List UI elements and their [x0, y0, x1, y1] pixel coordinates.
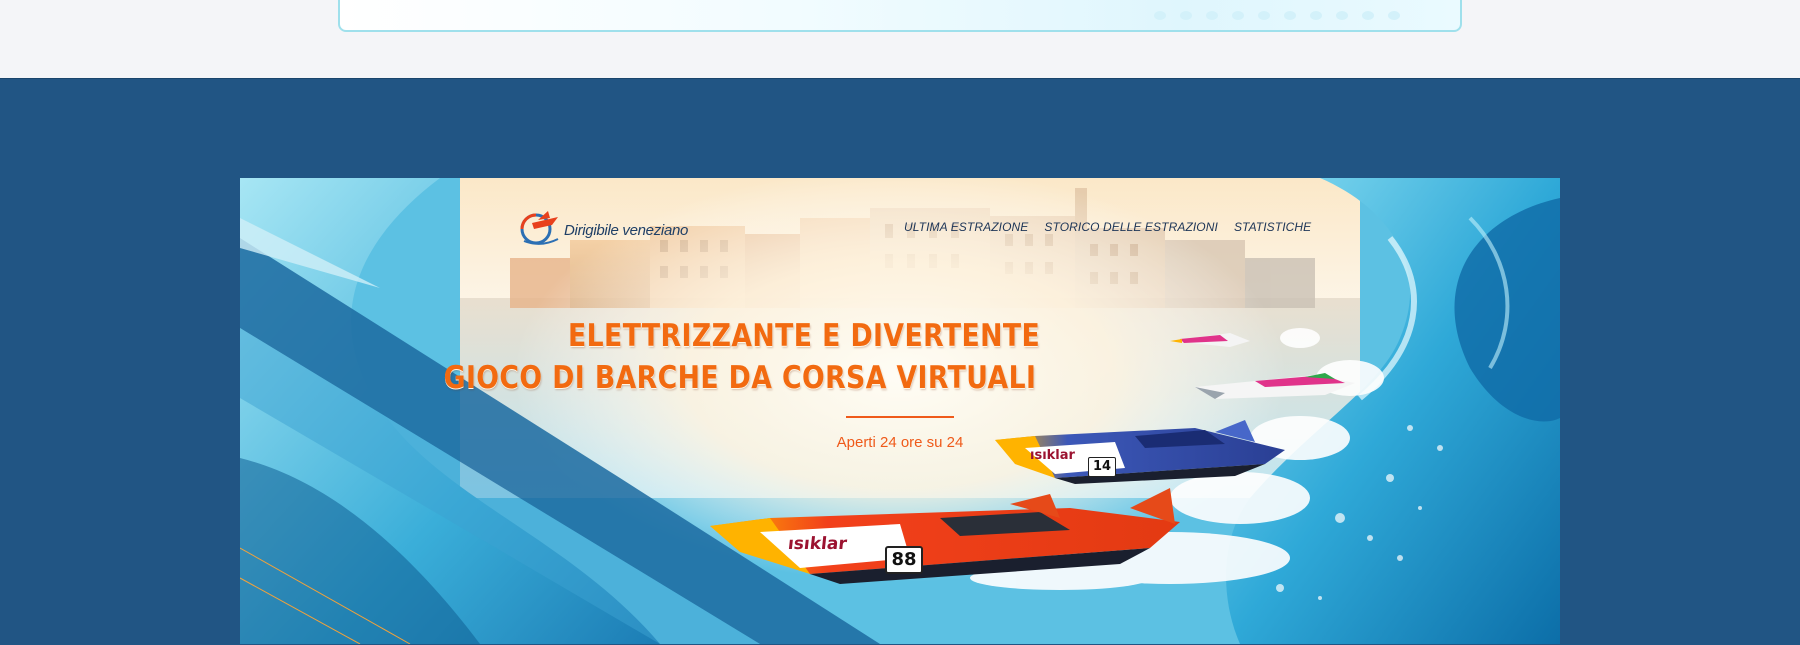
boat-88-number: 88 — [885, 546, 923, 574]
boat-14-sponsor: ısıklar — [1030, 448, 1075, 463]
headline-line-2: GIOCO DI BARCHE DA CORSA VIRTUALI — [443, 360, 1037, 396]
boat-88-sponsor: ısıklar — [786, 534, 848, 554]
hero-headline: ELETTRIZZANTE E DIVERTENTE GIOCO DI BARC… — [444, 318, 1041, 396]
nav-item-storico-estrazioni[interactable]: STORICO DELLE ESTRAZIONI — [1044, 220, 1218, 234]
boat-14-number: 14 — [1088, 457, 1116, 477]
top-card — [338, 0, 1462, 32]
headline-divider — [846, 416, 954, 418]
site-logo[interactable]: Dirigibile veneziano — [518, 203, 688, 249]
main-nav: ULTIMA ESTRAZIONE STORICO DELLE ESTRAZIO… — [904, 220, 1311, 234]
hero-tagline: Aperti 24 ore su 24 — [836, 434, 964, 451]
nav-item-ultima-estrazione[interactable]: ULTIMA ESTRAZIONE — [904, 220, 1028, 234]
decorative-dots — [1154, 11, 1400, 20]
banner-illustration — [240, 178, 1560, 644]
nav-item-statistiche[interactable]: STATISTICHE — [1234, 220, 1311, 234]
hero-banner: ısıklar 88 ısıklar 14 Dirigibile venezia… — [240, 178, 1560, 644]
headline-line-1: ELETTRIZZANTE E DIVERTENTE — [568, 318, 1041, 354]
logo-emblem-icon — [518, 203, 560, 249]
logo-text: Dirigibile veneziano — [564, 221, 689, 239]
